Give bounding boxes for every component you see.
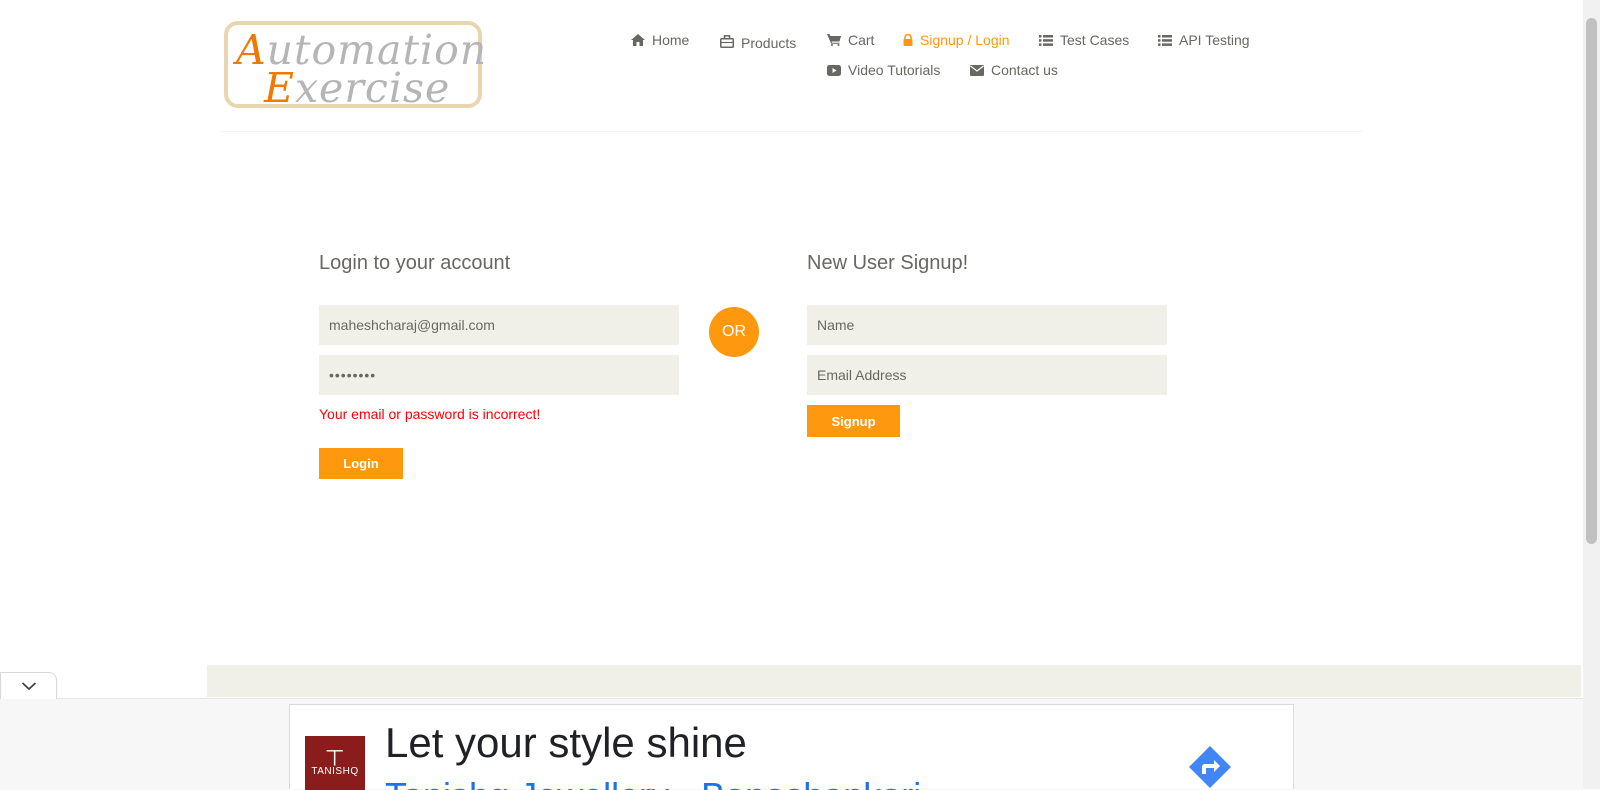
login-error-message: Your email or password is incorrect! (319, 406, 541, 422)
login-password-input[interactable] (319, 355, 679, 395)
signup-button[interactable]: Signup (807, 405, 900, 437)
login-button[interactable]: Login (319, 448, 403, 479)
nav-products-label: Products (741, 35, 797, 51)
nav-video-tutorials-label: Video Tutorials (848, 62, 941, 78)
login-title: Login to your account (319, 252, 511, 274)
site-logo[interactable]: Automation Exercise (224, 21, 486, 111)
login-email-input[interactable] (319, 305, 679, 345)
logo-word-2: xercise (294, 64, 451, 112)
briefcase-icon (720, 34, 734, 48)
nav-cart-label: Cart (848, 32, 875, 48)
nav-home[interactable]: Home (631, 32, 689, 48)
scrollbar-thumb[interactable] (1586, 18, 1597, 544)
nav-test-cases[interactable]: Test Cases (1039, 32, 1129, 48)
chevron-down-icon (21, 682, 36, 691)
lock-icon (903, 34, 913, 46)
nav-contact-us-label: Contact us (991, 62, 1058, 78)
footer-band (207, 665, 1581, 697)
ad-card[interactable]: 丅 TANISHQ Let your style shine Tanishq J… (289, 704, 1294, 790)
logo-cap-e: E (264, 64, 295, 112)
logo-cap-a: A (236, 26, 267, 74)
nav-signup-login-label: Signup / Login (920, 32, 1010, 48)
list-icon (1039, 34, 1053, 46)
nav-api-testing[interactable]: API Testing (1158, 32, 1250, 48)
signup-name-input[interactable] (807, 305, 1167, 345)
nav-contact-us[interactable]: Contact us (970, 62, 1058, 78)
home-icon (631, 34, 645, 46)
nav-video-tutorials[interactable]: Video Tutorials (827, 62, 940, 78)
nav-products[interactable]: Products (720, 31, 796, 51)
nav-test-cases-label: Test Cases (1060, 32, 1130, 48)
ad-subline[interactable]: Tanishq Jewellery - Banashankari (385, 775, 921, 790)
ad-headline[interactable]: Let your style shine (385, 719, 747, 767)
directions-icon[interactable] (1188, 745, 1232, 789)
tanishq-mark-icon: 丅 (325, 748, 345, 769)
signup-email-input[interactable] (807, 355, 1167, 395)
nav-home-label: Home (652, 32, 690, 48)
envelope-icon (970, 64, 984, 76)
header-divider (220, 131, 1363, 132)
youtube-icon (827, 64, 841, 76)
signup-title: New User Signup! (807, 252, 969, 274)
nav-signup-login[interactable]: Signup / Login (903, 32, 1010, 48)
nav-api-testing-label: API Testing (1179, 32, 1250, 48)
ad-brand-logo: 丅 TANISHQ (305, 736, 365, 790)
or-divider: OR (709, 307, 759, 357)
ad-collapse-button[interactable] (0, 672, 57, 699)
list-icon (1158, 34, 1172, 46)
cart-icon (827, 34, 841, 46)
nav-cart[interactable]: Cart (827, 32, 874, 48)
